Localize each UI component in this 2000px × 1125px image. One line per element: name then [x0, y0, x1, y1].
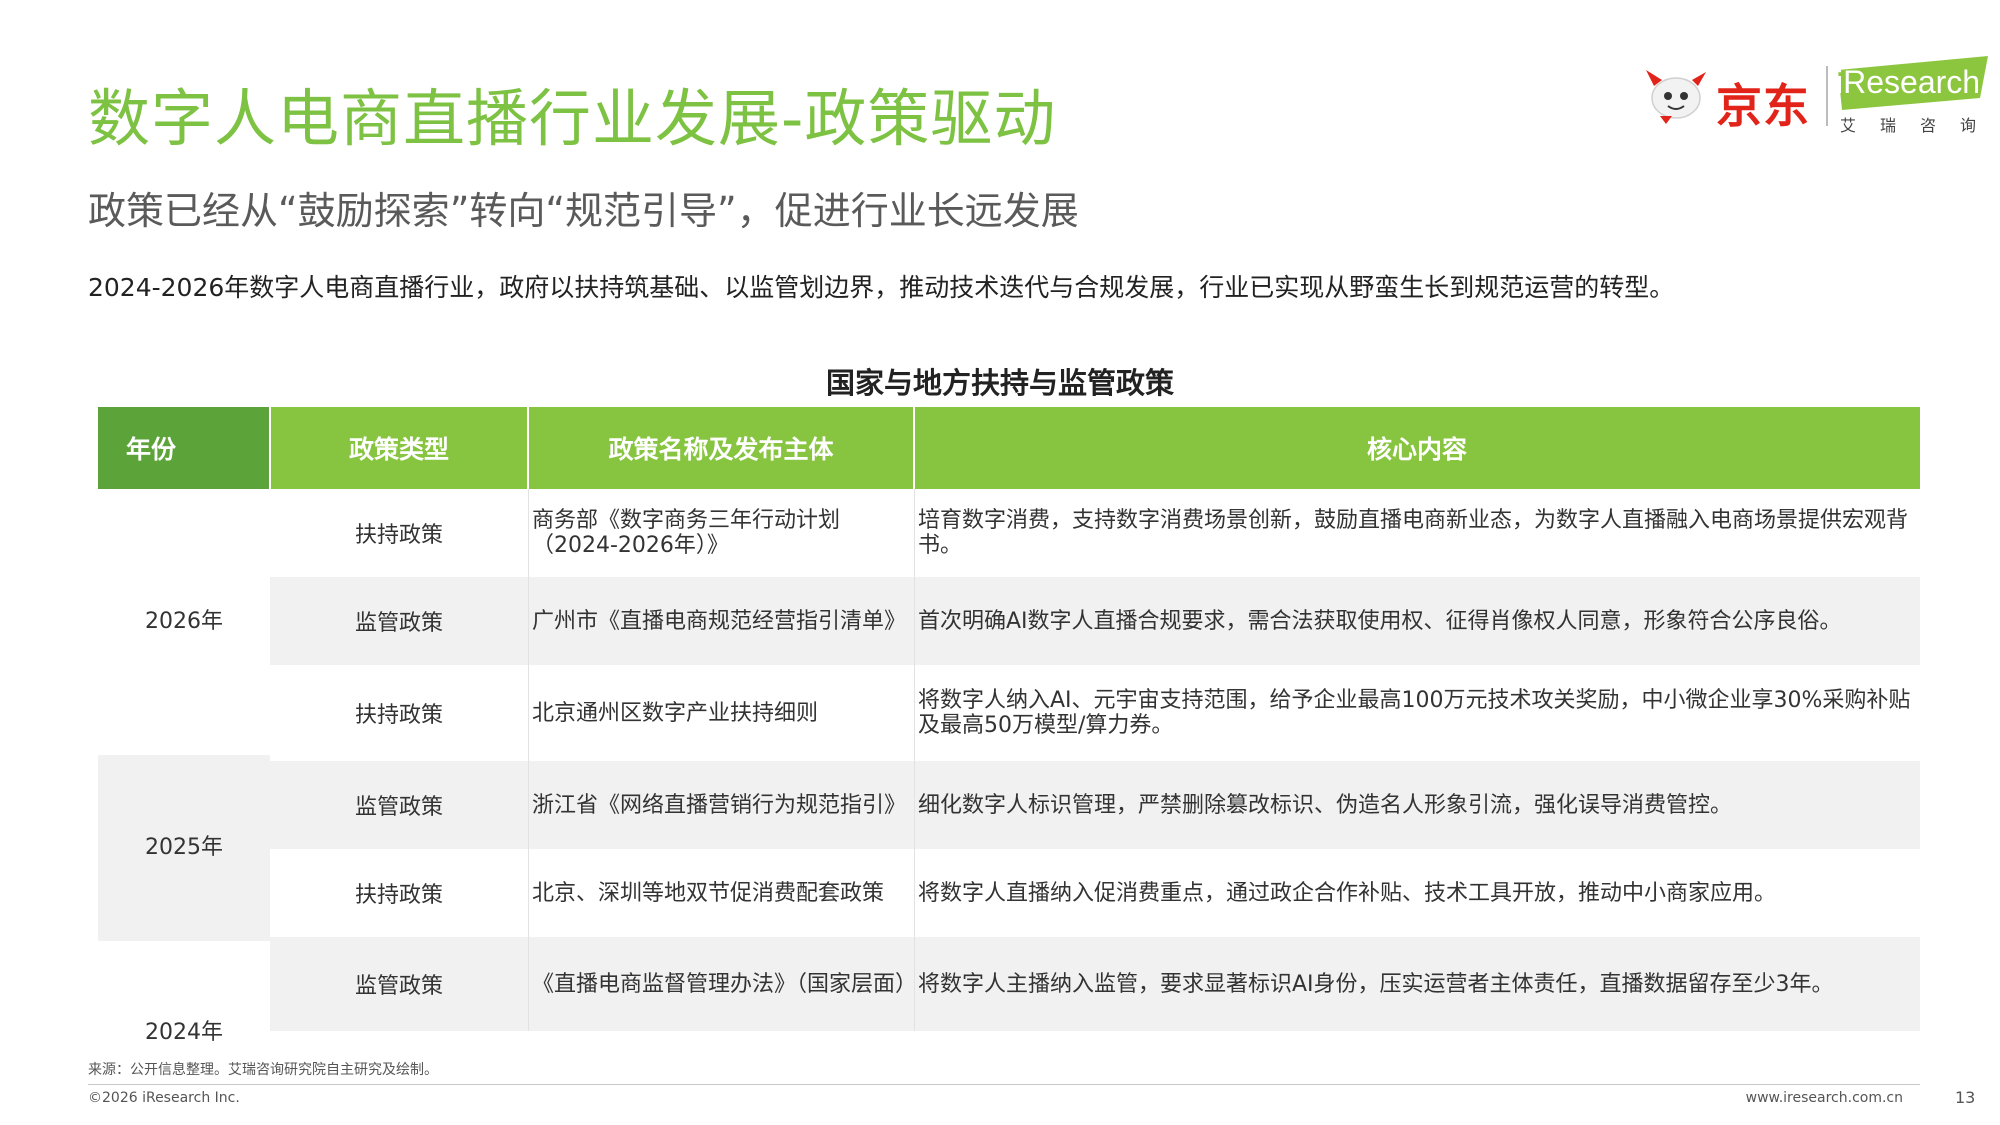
policy-name-cell: 浙江省《网络直播营销行为规范指引》: [532, 792, 907, 818]
policy-type-cell: 监管政策: [354, 795, 443, 820]
header-year: 年份: [98, 407, 270, 489]
policy-type-cell: 扶持政策: [354, 703, 443, 728]
policy-name-cell: 广州市《直播电商规范经营指引清单》: [532, 608, 907, 634]
header-policy-name: 政策名称及发布主体: [528, 407, 914, 489]
column-divider: [914, 761, 915, 849]
policy-type-cell: 扶持政策: [354, 523, 443, 548]
column-divider: [528, 489, 529, 577]
table-row: 扶持政策 商务部《数字商务三年行动计划（2024-2026年）》 培育数字消费，…: [270, 489, 1920, 577]
core-content-cell: 培育数字消费，支持数字消费场景创新，鼓励直播电商新业态，为数字人直播融入电商场景…: [918, 508, 1909, 558]
policy-type-cell: 监管政策: [354, 974, 443, 999]
table-row: 扶持政策 北京通州区数字产业扶持细则 将数字人纳入AI、元宇宙支持范围，给予企业…: [270, 665, 1920, 761]
source-note: 来源：公开信息整理。艾瑞咨询研究院自主研究及绘制。: [88, 1062, 438, 1078]
header-policy-type: 政策类型: [270, 407, 528, 489]
header-divider: [269, 407, 271, 489]
column-divider: [914, 577, 915, 665]
policy-name-cell: 北京通州区数字产业扶持细则: [532, 700, 819, 726]
core-content-cell: 细化数字人标识管理，严禁删除篡改标识、伪造名人形象引流，强化误导消费管控。: [918, 792, 1733, 818]
logo-group: 京东 iResearch 艾瑞咨询: [1640, 52, 1990, 142]
header-core-content: 核心内容: [914, 407, 1920, 489]
header-divider: [913, 407, 915, 489]
table-row: 扶持政策 北京、深圳等地双节促消费配套政策 将数字人直播纳入促消费重点，通过政企…: [270, 849, 1920, 937]
policy-name-cell: 商务部《数字商务三年行动计划（2024-2026年）》: [532, 508, 841, 558]
website-link[interactable]: www.iresearch.com.cn: [1746, 1090, 1903, 1106]
core-content-cell: 将数字人纳入AI、元宇宙支持范围，给予企业最高100万元技术攻关奖励，中小微企业…: [918, 688, 1911, 738]
column-divider: [528, 849, 529, 937]
page-number: 13: [1955, 1088, 1976, 1107]
page-title: 数字人电商直播行业发展-政策驱动: [88, 82, 1057, 155]
footer-divider: [88, 1084, 1920, 1085]
policy-table: 年份 政策类型 政策名称及发布主体 核心内容 2026年 2025年 2024年…: [98, 407, 1920, 1125]
logo-divider: [1826, 66, 1828, 126]
column-divider: [914, 665, 915, 761]
policy-type-cell: 监管政策: [354, 611, 443, 636]
policy-name-cell: 《直播电商监督管理办法》（国家层面）: [532, 971, 918, 997]
jd-logo-text: 京东: [1716, 79, 1810, 133]
iresearch-logo-subtext: 艾瑞咨询: [1840, 116, 2000, 135]
year-band-2026: 2026年: [98, 489, 270, 755]
column-divider: [914, 937, 915, 1031]
header-divider: [527, 407, 529, 489]
summary-text: 2024-2026年数字人电商直播行业，政府以扶持筑基础、以监管划边界，推动技术…: [88, 273, 1675, 302]
policy-name-cell: 北京、深圳等地双节促消费配套政策: [532, 880, 885, 906]
column-divider: [914, 489, 915, 577]
table-row: 监管政策 广州市《直播电商规范经营指引清单》 首次明确AI数字人直播合规要求，需…: [270, 577, 1920, 665]
jd-mascot-logo: [1646, 70, 1706, 124]
core-content-cell: 将数字人直播纳入促消费重点，通过政企合作补贴、技术工具开放，推动中小商家应用。: [918, 880, 1777, 906]
table-title: 国家与地方扶持与监管政策: [825, 366, 1174, 400]
column-divider: [528, 665, 529, 761]
policy-type-cell: 扶持政策: [354, 883, 443, 908]
core-content-cell: 首次明确AI数字人直播合规要求，需合法获取使用权、征得肖像权人同意，形象符合公序…: [918, 608, 1842, 634]
column-divider: [528, 761, 529, 849]
table-row: 监管政策 浙江省《网络直播营销行为规范指引》 细化数字人标识管理，严禁删除篡改标…: [270, 761, 1920, 849]
year-label: 2025年: [145, 835, 223, 860]
year-band-2025: 2025年: [98, 755, 270, 941]
column-divider: [528, 577, 529, 665]
column-divider: [528, 937, 529, 1031]
column-divider: [914, 849, 915, 937]
table-row: 监管政策 《直播电商监督管理办法》（国家层面） 将数字人主播纳入监管，要求显著标…: [270, 937, 1920, 1031]
table-header: 年份 政策类型 政策名称及发布主体 核心内容: [98, 407, 1920, 489]
iresearch-logo-text: iResearch: [1836, 64, 1981, 100]
year-label: 2026年: [145, 609, 223, 634]
page-subtitle: 政策已经从“鼓励探索”转向“规范引导”，促进行业长远发展: [88, 189, 1079, 233]
core-content-cell: 将数字人主播纳入监管，要求显著标识AI身份，压实运营者主体责任，直播数据留存至少…: [918, 971, 1834, 997]
copyright-text: ©2026 iResearch Inc.: [88, 1090, 240, 1106]
